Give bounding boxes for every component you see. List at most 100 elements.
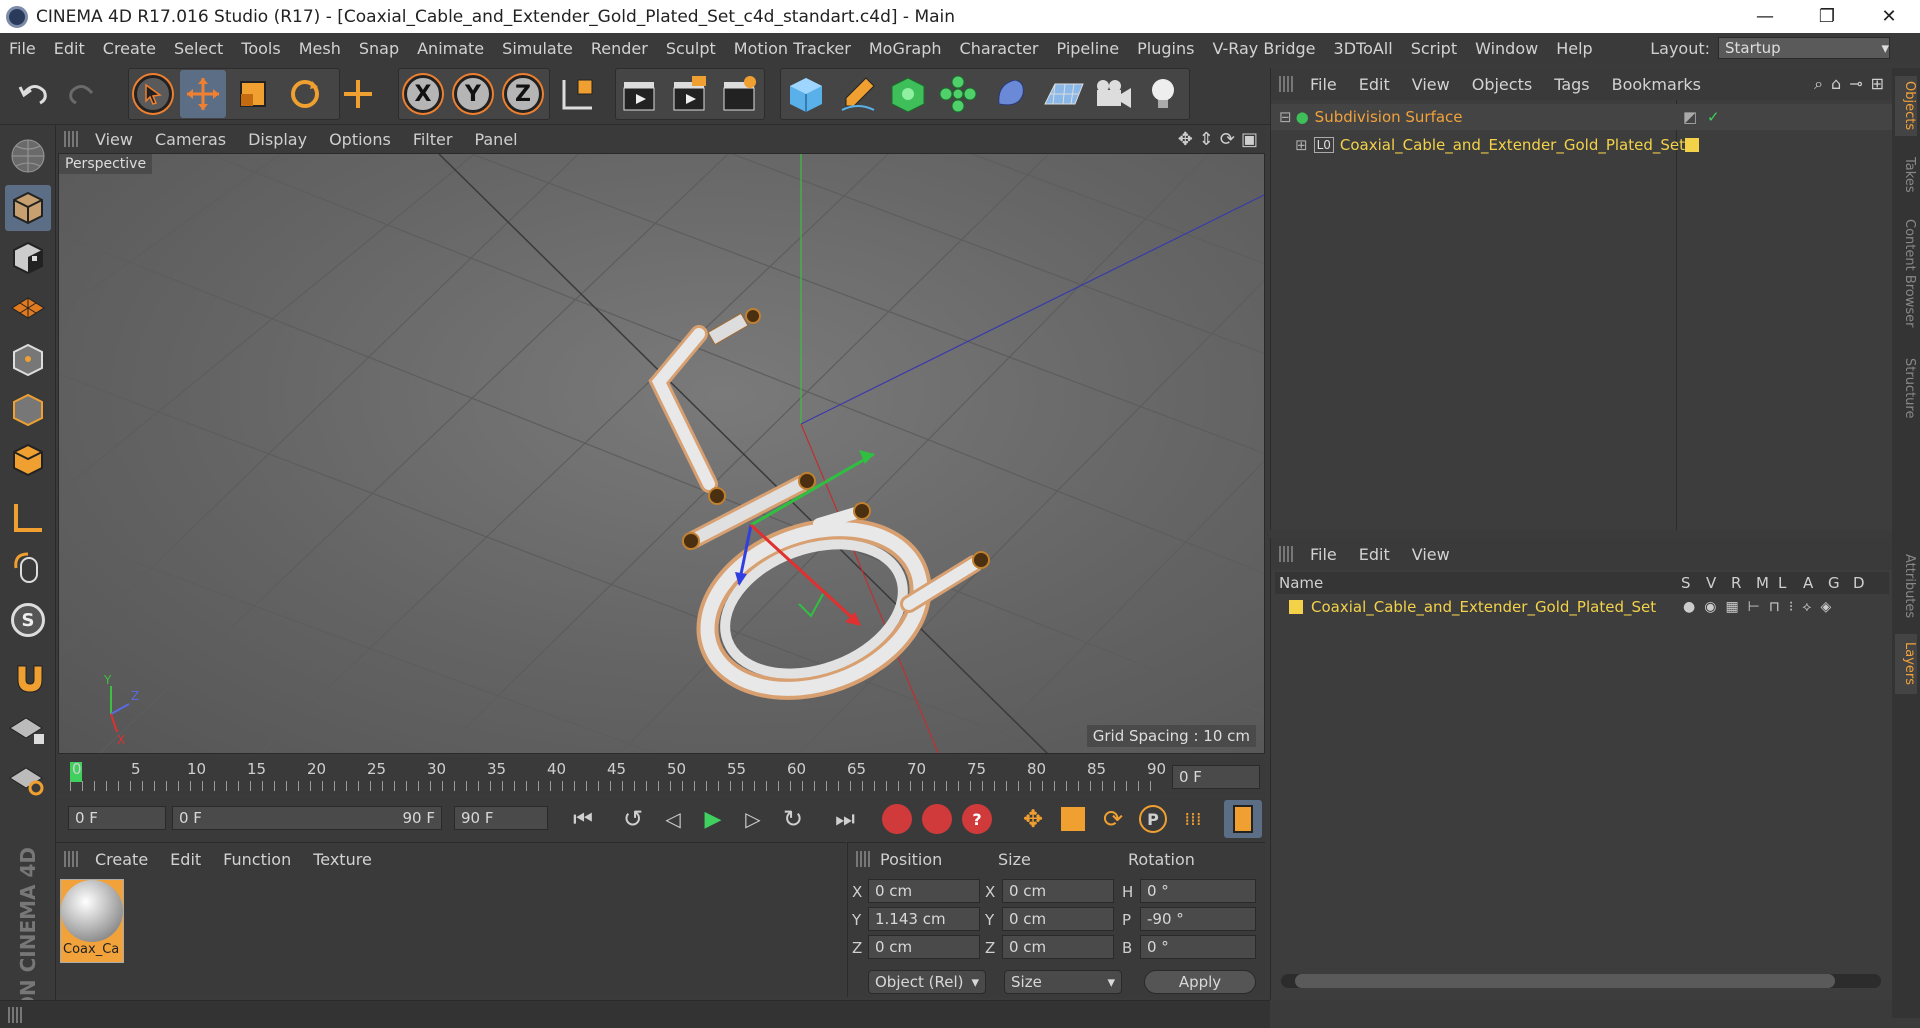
eye-icon[interactable]: ◉ bbox=[1704, 599, 1716, 615]
light-button[interactable] bbox=[1140, 70, 1186, 118]
apply-button[interactable]: Apply bbox=[1144, 970, 1256, 994]
key-parameter-button[interactable]: P bbox=[1134, 800, 1172, 838]
model-mode-button[interactable] bbox=[5, 185, 51, 231]
x-axis-button[interactable]: X bbox=[400, 70, 446, 118]
menu-mesh[interactable]: Mesh bbox=[290, 39, 350, 58]
floor-button[interactable] bbox=[1040, 70, 1086, 118]
material-swatch[interactable]: Coax_Ca bbox=[60, 879, 124, 963]
lock-icon[interactable]: ⊓ bbox=[1769, 599, 1780, 615]
camera-button[interactable] bbox=[1090, 70, 1136, 118]
search-icon[interactable]: ⌕ bbox=[1814, 74, 1823, 94]
axis-mode-button[interactable] bbox=[5, 495, 51, 541]
object-row[interactable]: ⊞ L0 Coaxial_Cable_and_Extender_Gold_Pla… bbox=[1271, 132, 1893, 158]
menu-tools[interactable]: Tools bbox=[232, 39, 289, 58]
tab-layers[interactable]: Layers bbox=[1895, 634, 1917, 694]
key-pla-button[interactable]: ⁞⁞⁞ bbox=[1174, 800, 1212, 838]
scale-tool-button[interactable] bbox=[230, 70, 276, 118]
key-rotation-button[interactable]: ⟳ bbox=[1094, 800, 1132, 838]
pan-view-icon[interactable]: ✥ bbox=[1178, 129, 1193, 150]
material-menu-texture[interactable]: Texture bbox=[302, 850, 383, 869]
key-scale-button[interactable] bbox=[1054, 800, 1092, 838]
play-button[interactable]: ▶ bbox=[694, 800, 732, 838]
previous-frame-button[interactable]: ◁ bbox=[654, 800, 692, 838]
tab-content-browser[interactable]: Content Browser bbox=[1895, 208, 1917, 338]
menu-plugins[interactable]: Plugins bbox=[1128, 39, 1203, 58]
material-menu-create[interactable]: Create bbox=[84, 850, 159, 869]
solo-button[interactable]: S bbox=[5, 597, 51, 643]
end-frame-field[interactable]: 90 F bbox=[454, 806, 548, 830]
polygons-mode-button[interactable] bbox=[5, 437, 51, 483]
start-frame-field[interactable]: 0 F bbox=[68, 806, 166, 830]
menu-select[interactable]: Select bbox=[165, 39, 232, 58]
layer-color-icon[interactable] bbox=[1289, 600, 1303, 614]
deformer-button[interactable] bbox=[988, 70, 1034, 118]
position-z-field[interactable]: 0 cm bbox=[868, 935, 980, 959]
y-axis-button[interactable]: Y bbox=[450, 70, 496, 118]
viewport-menu-options[interactable]: Options bbox=[318, 130, 402, 149]
menu-window[interactable]: Window bbox=[1466, 39, 1547, 58]
timeline-window-button[interactable] bbox=[1224, 800, 1262, 838]
object-menu-file[interactable]: File bbox=[1299, 75, 1348, 94]
menu-3dtoall[interactable]: 3DToAll bbox=[1325, 39, 1402, 58]
previous-key-button[interactable]: ↺ bbox=[614, 800, 652, 838]
pen-spline-button[interactable] bbox=[835, 70, 881, 118]
menu-help[interactable]: Help bbox=[1547, 39, 1601, 58]
horizontal-scrollbar[interactable] bbox=[1281, 974, 1881, 988]
viewport-menu-view[interactable]: View bbox=[84, 130, 144, 149]
mograph-cloner-button[interactable] bbox=[935, 70, 981, 118]
timeline[interactable]: 0 5 10 15 20 25 30 35 40 45 50 55 60 65 … bbox=[56, 757, 1266, 795]
undo-button[interactable] bbox=[10, 70, 56, 118]
object-menu-objects[interactable]: Objects bbox=[1461, 75, 1543, 94]
viewport-menu-cameras[interactable]: Cameras bbox=[144, 130, 237, 149]
position-y-field[interactable]: 1.143 cm bbox=[868, 907, 980, 931]
subdivision-button[interactable] bbox=[885, 70, 931, 118]
menu-character[interactable]: Character bbox=[951, 39, 1048, 58]
make-editable-button[interactable] bbox=[5, 133, 51, 179]
link-icon[interactable]: ⊸ bbox=[1849, 74, 1862, 94]
layer-row[interactable]: Coaxial_Cable_and_Extender_Gold_Plated_S… bbox=[1275, 596, 1889, 618]
keyframe-selection-button[interactable]: ? bbox=[958, 800, 996, 838]
material-menu-function[interactable]: Function bbox=[212, 850, 302, 869]
object-row[interactable]: ⊟ ● Subdivision Surface ◩ ✓ bbox=[1271, 104, 1893, 130]
menu-render[interactable]: Render bbox=[582, 39, 657, 58]
manager-icon[interactable]: ⊢ bbox=[1748, 599, 1760, 615]
deformer-icon[interactable]: ◈ bbox=[1821, 599, 1832, 615]
rotation-b-field[interactable]: 0 ° bbox=[1140, 935, 1256, 959]
grid-snap-button[interactable] bbox=[5, 755, 51, 801]
autokey-button[interactable] bbox=[918, 800, 956, 838]
object-menu-bookmarks[interactable]: Bookmarks bbox=[1601, 75, 1712, 94]
size-mode-dropdown[interactable]: Size ▾ bbox=[1004, 970, 1122, 994]
menu-simulate[interactable]: Simulate bbox=[493, 39, 582, 58]
checkmark-icon[interactable]: ✓ bbox=[1707, 108, 1720, 126]
animation-icon[interactable]: ⁝ bbox=[1789, 599, 1793, 615]
object-menu-tags[interactable]: Tags bbox=[1543, 75, 1600, 94]
menu-mograph[interactable]: MoGraph bbox=[860, 39, 951, 58]
menu-pipeline[interactable]: Pipeline bbox=[1048, 39, 1129, 58]
layer-menu-edit[interactable]: Edit bbox=[1348, 545, 1401, 564]
tab-structure[interactable]: Structure bbox=[1895, 348, 1917, 428]
close-button[interactable]: ✕ bbox=[1858, 0, 1920, 33]
zoom-view-icon[interactable]: ⇕ bbox=[1199, 129, 1214, 150]
coordinate-mode-dropdown[interactable]: Object (Rel) ▾ bbox=[868, 970, 986, 994]
move-tool-button[interactable] bbox=[180, 70, 226, 118]
redo-button[interactable] bbox=[60, 70, 106, 118]
rotate-view-icon[interactable]: ⟳ bbox=[1220, 129, 1235, 150]
record-keys-button[interactable] bbox=[878, 800, 916, 838]
position-x-field[interactable]: 0 cm bbox=[868, 879, 980, 903]
rotation-h-field[interactable]: 0 ° bbox=[1140, 879, 1256, 903]
next-frame-button[interactable]: ▷ bbox=[734, 800, 772, 838]
object-menu-edit[interactable]: Edit bbox=[1348, 75, 1401, 94]
edges-mode-button[interactable] bbox=[5, 387, 51, 433]
menu-snap[interactable]: Snap bbox=[350, 39, 408, 58]
current-frame-field[interactable]: 0 F bbox=[1172, 765, 1260, 789]
viewport-menu-display[interactable]: Display bbox=[237, 130, 318, 149]
points-mode-button[interactable] bbox=[5, 337, 51, 383]
snap-button[interactable] bbox=[5, 655, 51, 701]
workplane-lock-button[interactable] bbox=[5, 705, 51, 751]
coordinate-system-button[interactable] bbox=[555, 70, 601, 118]
rotation-p-field[interactable]: -90 ° bbox=[1140, 907, 1256, 931]
layer-color-icon[interactable] bbox=[1685, 138, 1699, 152]
rotate-tool-button[interactable] bbox=[282, 70, 328, 118]
size-x-field[interactable]: 0 cm bbox=[1002, 879, 1114, 903]
next-key-button[interactable]: ↻ bbox=[774, 800, 812, 838]
